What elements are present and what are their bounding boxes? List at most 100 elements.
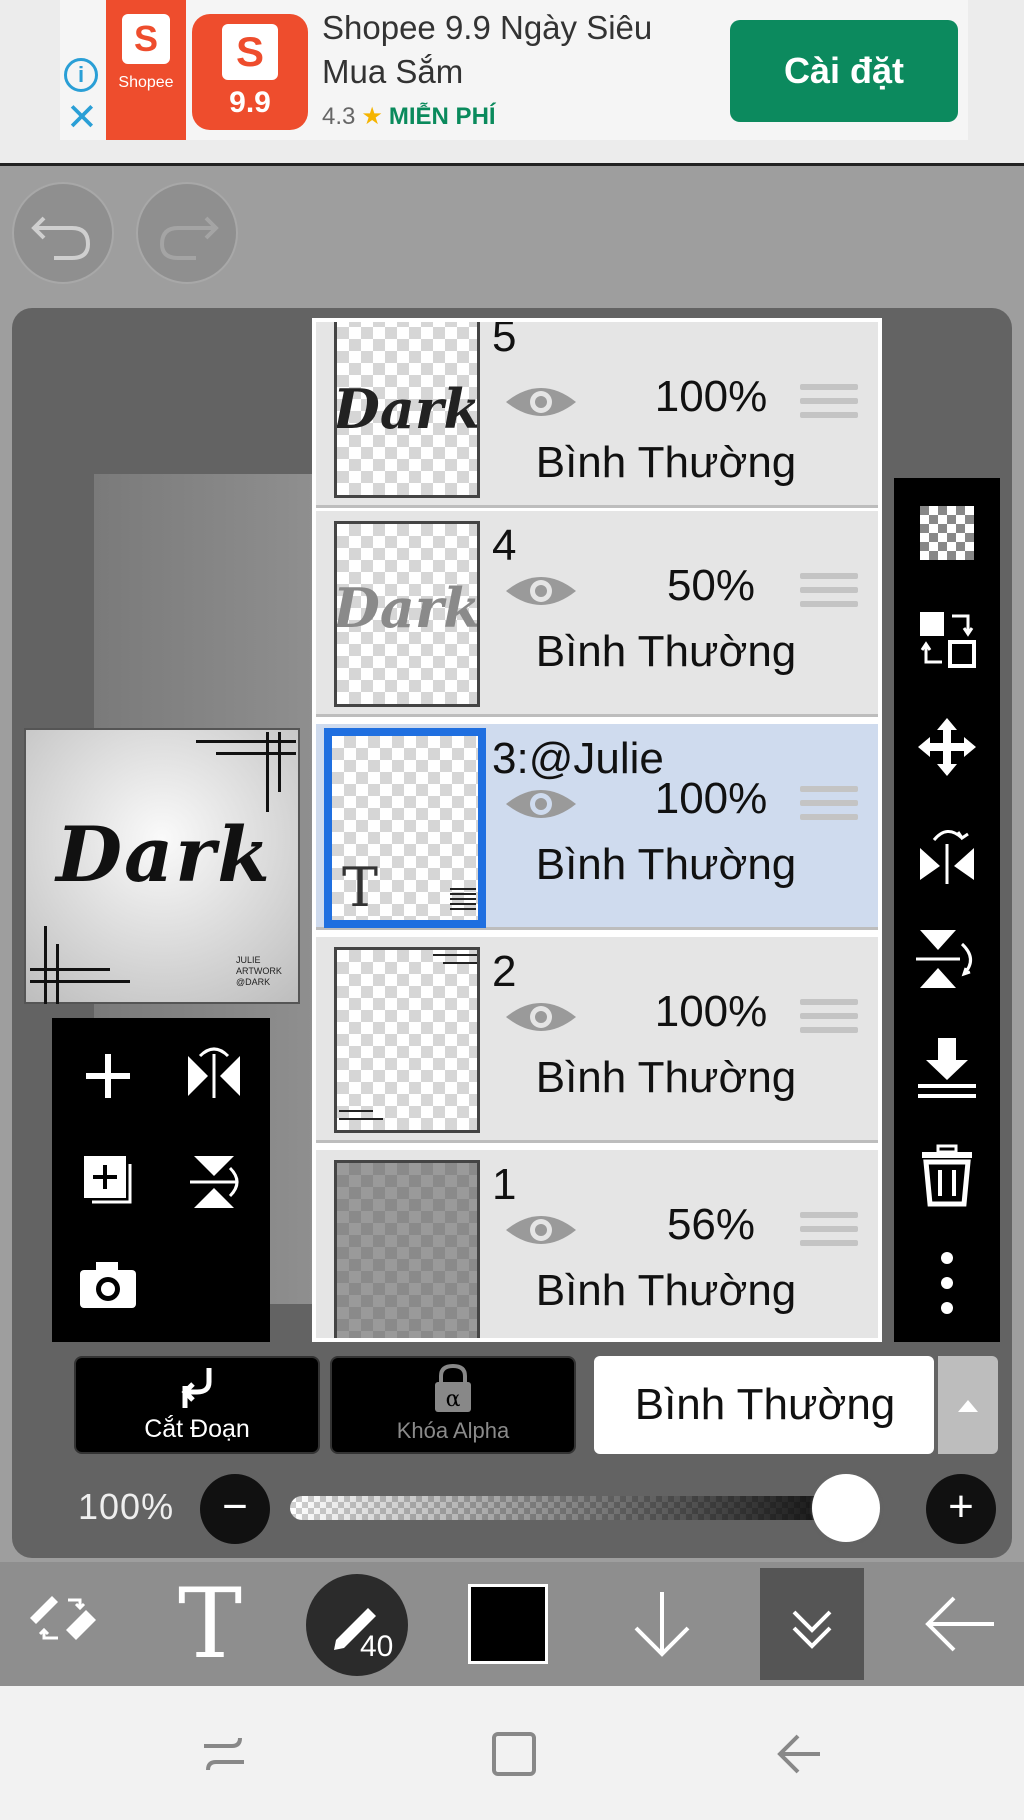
flip-vertical-icon: [190, 1156, 239, 1208]
color-swatch[interactable]: [468, 1584, 548, 1664]
swap-layer-icon[interactable]: [912, 604, 982, 674]
layer-row-selected[interactable]: T 3:@Julie 100% Bình Thường: [316, 724, 878, 930]
lock-icon: α: [435, 1363, 471, 1412]
layer-thumbnail[interactable]: Dark: [334, 521, 480, 707]
ad-title: Shopee 9.9 Ngày Siêu Mua Sắm: [322, 9, 653, 90]
layer-thumbnail[interactable]: Dark: [334, 322, 480, 498]
svg-text:α: α: [446, 1387, 461, 1412]
recent-apps-icon[interactable]: [196, 1726, 252, 1782]
layer-blend-mode[interactable]: Bình Thường: [496, 840, 836, 890]
drag-handle-icon[interactable]: [800, 384, 858, 428]
eye-icon[interactable]: [504, 782, 578, 826]
layer-blend-mode[interactable]: Bình Thường: [496, 627, 836, 677]
layer-thumb-text: Dark: [334, 576, 480, 640]
back-icon[interactable]: [772, 1726, 828, 1782]
credit-line: JULIE: [236, 955, 261, 965]
layer-name: 5: [492, 318, 517, 361]
move-icon[interactable]: [912, 712, 982, 782]
more-icon[interactable]: [912, 1248, 982, 1318]
flip-vertical-icon[interactable]: [912, 924, 982, 994]
clipping-button[interactable]: Cắt Đoạn: [74, 1356, 320, 1454]
drag-handle-icon[interactable]: [800, 573, 858, 617]
add-layer-icon: [86, 1054, 130, 1098]
layer-name: 2: [492, 947, 517, 996]
app-screen: { "ad": { "app_logo_text": "Shopee", "sa…: [0, 0, 1024, 1820]
frame-line: [196, 740, 296, 743]
blend-mode-value: Bình Thường: [634, 1380, 896, 1429]
opacity-label: 100%: [78, 1486, 175, 1527]
opacity-increase-button[interactable]: +: [926, 1474, 996, 1544]
alpha-lock-button[interactable]: α Khóa Alpha: [330, 1356, 576, 1454]
layer-row[interactable]: 2 100% Bình Thường: [316, 937, 878, 1143]
pen-eraser-toggle-icon[interactable]: [22, 1562, 102, 1686]
arrow-down-icon[interactable]: [622, 1562, 702, 1686]
ad-banner[interactable]: i ✕ S Shopee S 9.9 Shopee 9.9 Ngày Siêu …: [0, 0, 1024, 166]
layer-row[interactable]: Dark 4 50% Bình Thường: [316, 511, 878, 717]
triangle-up-icon: [958, 1400, 978, 1412]
install-button[interactable]: Cài đặt: [730, 20, 958, 122]
layer-thumbnail[interactable]: [334, 1160, 480, 1338]
thumb-line: [339, 1118, 383, 1120]
layer-opacity[interactable]: 50%: [616, 561, 806, 611]
layer-opacity[interactable]: 100%: [616, 774, 806, 824]
transparency-icon[interactable]: [912, 498, 982, 568]
add-copy-layer-button[interactable]: [58, 1130, 158, 1230]
layer-blend-mode[interactable]: Bình Thường: [496, 1266, 836, 1316]
flip-horizontal-button[interactable]: [164, 1026, 264, 1126]
drag-handle-icon[interactable]: [800, 1212, 858, 1256]
plus-icon: +: [948, 1482, 974, 1531]
layer-row[interactable]: 1 56% Bình Thường: [316, 1150, 878, 1338]
flip-vertical-button[interactable]: [164, 1130, 264, 1230]
layer-opacity[interactable]: 100%: [616, 372, 806, 422]
collapse-layers-button[interactable]: [760, 1568, 864, 1680]
undo-icon: [31, 216, 91, 260]
layer-thumbnail[interactable]: [334, 947, 480, 1133]
layer-blend-mode[interactable]: Bình Thường: [496, 438, 836, 488]
eye-icon[interactable]: [504, 995, 578, 1039]
layer-opacity[interactable]: 56%: [616, 1200, 806, 1250]
camera-button[interactable]: [58, 1234, 158, 1334]
arrow-back-icon[interactable]: [918, 1562, 1002, 1686]
preview-credit: JULIE ARTWORK @DARK: [236, 955, 282, 988]
add-layer-button[interactable]: [58, 1026, 158, 1126]
layer-opacity[interactable]: 100%: [616, 987, 806, 1037]
layer-row[interactable]: Dark 5 100% Bình Thường: [316, 318, 878, 508]
right-tool-column: [894, 478, 1000, 1342]
merge-down-icon[interactable]: [912, 1032, 982, 1102]
blend-mode-select[interactable]: Bình Thường: [594, 1356, 934, 1454]
flip-horizontal-icon[interactable]: [912, 818, 982, 888]
info-icon[interactable]: i: [64, 58, 98, 92]
home-icon[interactable]: [486, 1726, 542, 1782]
credit-line: @DARK: [236, 977, 271, 987]
drag-handle-icon[interactable]: [800, 999, 858, 1043]
canvas-preview[interactable]: Dark JULIE ARTWORK @DARK: [24, 728, 300, 1004]
text-tool-icon[interactable]: T: [170, 1562, 250, 1686]
opacity-slider-thumb[interactable]: [812, 1474, 880, 1542]
thumb-line: [339, 1110, 373, 1112]
drag-handle-icon[interactable]: [800, 786, 858, 830]
frame-line: [56, 944, 59, 1004]
layer-thumb-text: Dark: [334, 377, 480, 441]
current-color: [471, 1587, 545, 1661]
eye-icon[interactable]: [504, 1208, 578, 1252]
ad-rating: 4.3 ★ MIỄN PHÍ: [322, 102, 496, 131]
eye-icon[interactable]: [504, 380, 578, 424]
star-icon: ★: [361, 103, 383, 130]
layer-blend-mode[interactable]: Bình Thường: [496, 1053, 836, 1103]
frame-line: [44, 926, 47, 1004]
brush-size-value: 40: [360, 1630, 394, 1663]
credit-line: ARTWORK: [236, 966, 282, 976]
close-icon[interactable]: ✕: [66, 99, 98, 137]
opacity-slider[interactable]: [290, 1496, 880, 1520]
frame-line: [216, 752, 296, 755]
clipping-icon: [181, 1368, 212, 1408]
trash-icon[interactable]: [912, 1140, 982, 1210]
brush-size-button[interactable]: 40: [306, 1574, 408, 1676]
opacity-decrease-button[interactable]: −: [200, 1474, 270, 1544]
layers-panel[interactable]: Dark 5 100% Bình Thường Dark 4 50% Bình …: [312, 318, 882, 1342]
layer-thumbnail[interactable]: T: [324, 728, 486, 928]
redo-button[interactable]: [136, 182, 238, 284]
undo-button[interactable]: [12, 182, 114, 284]
eye-icon[interactable]: [504, 569, 578, 613]
blend-mode-toggle[interactable]: [938, 1356, 998, 1454]
